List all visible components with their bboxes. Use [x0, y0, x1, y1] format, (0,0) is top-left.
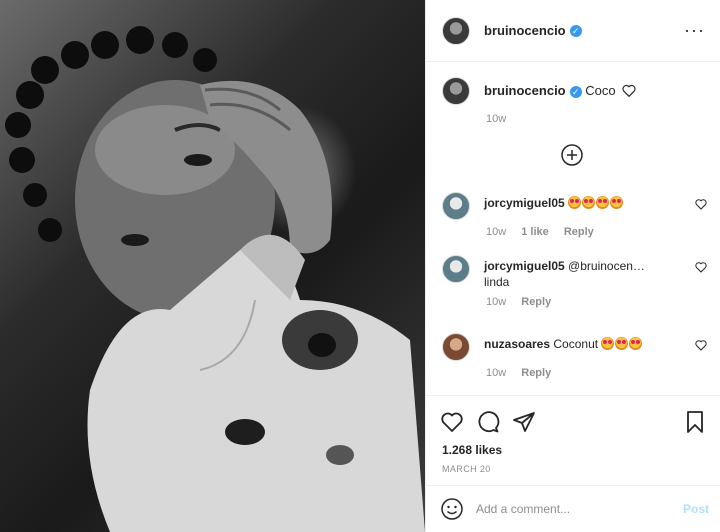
reply-button[interactable]: Reply [521, 367, 551, 379]
post-side-panel: bruinocencio ✓ ··· bruinocencio ✓ Coco 10… [425, 0, 720, 532]
comment-emojis [568, 196, 624, 210]
comment-icon[interactable] [476, 410, 500, 434]
post-actions: 1.268 likes MARCH 20 [426, 395, 720, 485]
reply-button[interactable]: Reply [564, 226, 594, 238]
like-count[interactable]: 1.268 likes [442, 443, 502, 457]
photo-illustration [5, 26, 425, 532]
commenter-avatar[interactable] [442, 255, 470, 283]
comment-text-block: jorcymiguel05 [484, 195, 674, 211]
comment-age: 10w [486, 367, 507, 379]
smiley-icon[interactable] [440, 497, 464, 521]
caption-age: 10w [486, 113, 507, 125]
comment-meta: 10w Reply [486, 296, 707, 308]
post-caption: bruinocencio ✓ Coco 10w [442, 77, 707, 125]
comment-age: 10w [486, 296, 507, 308]
comment-meta: 10w 1 like Reply [486, 226, 707, 238]
comment-age: 10w [486, 226, 507, 238]
comment-input[interactable] [476, 502, 666, 516]
more-dots-icon[interactable]: ··· [684, 20, 705, 41]
comment-item: jorcymiguel05 10w 1 like Reply [442, 192, 707, 238]
comment-like-heart-icon[interactable] [695, 339, 707, 351]
comment-emojis [601, 337, 643, 351]
comment-text: Coconut [553, 337, 599, 351]
comment-text-block: nuzasoares Coconut [484, 336, 674, 352]
verified-badge-icon: ✓ [569, 24, 582, 37]
heart-outline-icon [622, 84, 636, 97]
commenter-avatar[interactable] [442, 333, 470, 361]
commenter-username[interactable]: jorcymiguel05 [484, 196, 565, 210]
caption-username[interactable]: bruinocencio [484, 83, 566, 98]
caption-avatar[interactable] [442, 77, 470, 105]
star-struck-emoji-icon [629, 337, 643, 350]
reply-button[interactable]: Reply [521, 296, 551, 308]
star-struck-emoji-icon [610, 196, 624, 209]
commenter-username[interactable]: jorcymiguel05 [484, 259, 565, 273]
star-struck-emoji-icon [596, 196, 610, 209]
bookmark-icon[interactable] [683, 410, 707, 434]
comment-likes[interactable]: 1 like [521, 226, 549, 238]
verified-badge-icon: ✓ [569, 85, 582, 98]
post-header: bruinocencio ✓ ··· [426, 0, 720, 62]
comment-like-heart-icon[interactable] [695, 261, 707, 273]
author-avatar[interactable] [442, 16, 470, 45]
star-struck-emoji-icon [615, 337, 629, 350]
heart-icon[interactable] [440, 410, 464, 434]
commenter-avatar[interactable] [442, 192, 470, 220]
caption-text-block: bruinocencio ✓ Coco [484, 82, 636, 100]
caption-text: Coco [585, 83, 616, 98]
comment-meta: 10w Reply [486, 367, 707, 379]
comment-item: nuzasoares Coconut 10w Reply [442, 333, 707, 379]
star-struck-emoji-icon [568, 196, 582, 209]
comment-item: jorcymiguel05 @bruinocen… linda 10w Repl… [442, 255, 707, 308]
comment-like-heart-icon[interactable] [695, 198, 707, 210]
comment-composer: Post [426, 485, 720, 532]
paper-plane-icon[interactable] [512, 410, 536, 434]
post-date: MARCH 20 [442, 464, 491, 474]
star-struck-emoji-icon [582, 196, 596, 209]
author-username[interactable]: bruinocencio [484, 23, 566, 38]
plus-circle-icon[interactable] [560, 143, 584, 167]
commenter-username[interactable]: nuzasoares [484, 337, 550, 351]
star-struck-emoji-icon [601, 337, 615, 350]
post-comment-button[interactable]: Post [683, 502, 709, 516]
post-photo[interactable] [0, 0, 425, 532]
comment-text-block: jorcymiguel05 @bruinocen… linda [484, 258, 674, 290]
